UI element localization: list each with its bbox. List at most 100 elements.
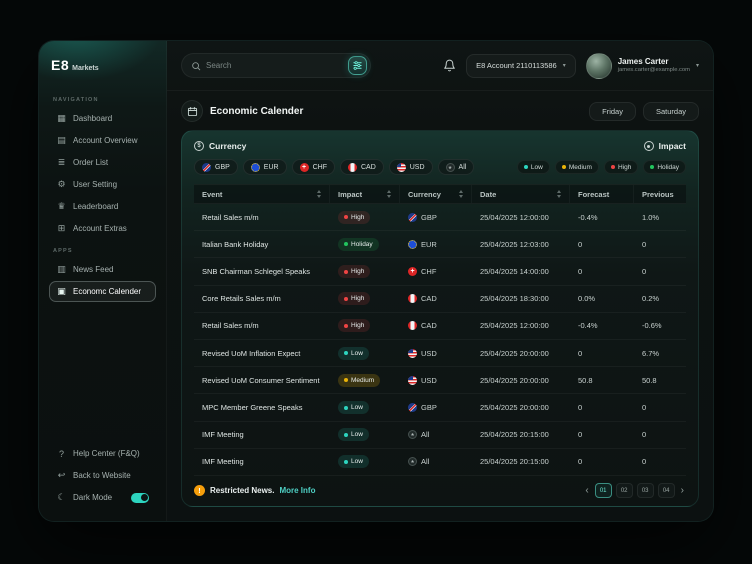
currency-cell: CAD — [400, 294, 472, 303]
column-header-date[interactable]: Date — [472, 185, 570, 203]
page-button-03[interactable]: 03 — [637, 483, 654, 498]
dark-mode-toggle[interactable] — [131, 493, 149, 503]
currency-cell: USD — [400, 376, 472, 385]
table-row[interactable]: Retail Sales m/m High CAD 25/04/2025 12:… — [194, 313, 686, 340]
user-setting-gear-icon: ⚙ — [56, 179, 67, 190]
topbar: E8 Account 2110113586 ▾ James Carter jam… — [167, 41, 713, 91]
impact-legend-low[interactable]: Low — [517, 160, 550, 174]
currency-flag-icon — [348, 163, 357, 172]
sidebar-item-user-setting[interactable]: ⚙ User Setting — [49, 174, 156, 195]
impact-legend-holiday[interactable]: Holiday — [643, 160, 686, 174]
currency-chip-gbp[interactable]: GBP — [194, 159, 238, 175]
table-row[interactable]: MPC Member Greene Speaks Low GBP 25/04/2… — [194, 394, 686, 421]
sidebar-item-account-extras[interactable]: ⊞ Account Extras — [49, 218, 156, 239]
impact-dot-icon — [344, 460, 348, 464]
forecast-cell: 0 — [570, 457, 634, 466]
currency-chip-chf[interactable]: CHF — [292, 159, 335, 175]
impact-dot-icon — [344, 297, 348, 301]
prev-page-button[interactable]: ‹ — [583, 486, 590, 496]
calendar-icon — [187, 106, 198, 117]
account-selector[interactable]: E8 Account 2110113586 ▾ — [466, 54, 576, 78]
impact-dot-icon — [344, 242, 348, 246]
currency-chip-eur[interactable]: EUR — [243, 159, 287, 175]
next-page-button[interactable]: › — [679, 486, 686, 496]
day-button-friday[interactable]: Friday — [589, 102, 636, 121]
search-input[interactable] — [206, 61, 343, 70]
currency-chip-cad[interactable]: CAD — [340, 159, 384, 175]
table-row[interactable]: Revised UoM Inflation Expect Low USD 25/… — [194, 340, 686, 367]
impact-cell: High — [330, 319, 400, 332]
currency-chip-label: USD — [410, 164, 425, 171]
apps-section-label: APPS — [53, 248, 152, 254]
day-button-saturday[interactable]: Saturday — [643, 102, 699, 121]
sort-icon[interactable] — [459, 190, 463, 198]
sidebar-item-order-list[interactable]: ≣ Order List — [49, 152, 156, 173]
currency-flag-icon — [202, 163, 211, 172]
card-header: Currency Impact — [194, 141, 686, 151]
page-button-02[interactable]: 02 — [616, 483, 633, 498]
previous-cell: 0 — [634, 430, 686, 439]
currency-heading-label: Currency — [209, 141, 246, 151]
impact-dot-icon — [650, 165, 654, 169]
date-cell: 25/04/2025 18:30:00 — [472, 294, 570, 303]
user-email: james.carter@example.com — [618, 67, 690, 74]
table-row[interactable]: IMF Meeting Low All 25/04/2025 20:15:00 — [194, 422, 686, 449]
sidebar-item-label: Economc Calender — [73, 287, 141, 296]
column-header-forecast[interactable]: Forecast — [570, 185, 634, 203]
impact-legend-medium[interactable]: Medium — [555, 160, 599, 174]
currency-code: CAD — [421, 294, 437, 303]
impact-legend-label: Holiday — [657, 164, 679, 171]
sidebar-item-help-center-f-q[interactable]: ? Help Center (F&Q) — [49, 443, 156, 464]
app-window: E8 Markets NAVIGATION ▦ Dashboard ▤ Acco… — [38, 40, 714, 522]
impact-dot-icon — [344, 378, 348, 382]
sort-icon[interactable] — [387, 190, 391, 198]
forecast-cell: -0.4% — [570, 213, 634, 222]
brand-logo-bold: E8 — [51, 57, 69, 73]
impact-legend-high[interactable]: High — [604, 160, 638, 174]
impact-cell: High — [330, 292, 400, 305]
column-header-currency[interactable]: Currency — [400, 185, 472, 203]
sort-icon[interactable] — [317, 190, 321, 198]
user-profile[interactable]: James Carter james.carter@example.com ▾ — [586, 53, 699, 79]
column-header-impact[interactable]: Impact — [330, 185, 400, 203]
calendar-card: Currency Impact GBP — [181, 130, 699, 507]
page-button-04[interactable]: 04 — [658, 483, 675, 498]
sidebar-item-leaderboard[interactable]: ♛ Leaderboard — [49, 196, 156, 217]
currency-chip-usd[interactable]: USD — [389, 159, 433, 175]
forecast-cell: 50.8 — [570, 376, 634, 385]
table-row[interactable]: Retail Sales m/m High GBP 25/04/2025 12:… — [194, 204, 686, 231]
currency-flag-icon — [408, 321, 417, 330]
table-row[interactable]: IMF Meeting Low All 25/04/2025 20:15:00 — [194, 449, 686, 476]
table-row[interactable]: SNB Chairman Schlegel Speaks High CHF 25… — [194, 258, 686, 285]
sidebar-item-dark-mode[interactable]: ☾ Dark Mode — [49, 487, 156, 508]
sidebar-item-dashboard[interactable]: ▦ Dashboard — [49, 108, 156, 129]
forecast-cell: 0 — [570, 240, 634, 249]
event-cell: SNB Chairman Schlegel Speaks — [194, 267, 330, 276]
more-info-link[interactable]: More Info — [279, 486, 315, 495]
sidebar-item-news-feed[interactable]: ▥ News Feed — [49, 259, 156, 280]
column-header-event[interactable]: Event — [194, 185, 330, 203]
table-row[interactable]: Core Retails Sales m/m High CAD 25/04/20… — [194, 286, 686, 313]
user-text-block: James Carter james.carter@example.com — [618, 57, 690, 74]
sort-icon[interactable] — [557, 190, 561, 198]
table-row[interactable]: Revised UoM Consumer Sentiment Medium US… — [194, 367, 686, 394]
currency-cell: All — [400, 457, 472, 466]
search-filter-button[interactable] — [348, 56, 367, 75]
sidebar-item-economc-calender[interactable]: ▣ Economc Calender — [49, 281, 156, 302]
sidebar-item-back-to-website[interactable]: ↩ Back to Website — [49, 465, 156, 486]
currency-chip-all[interactable]: All — [438, 159, 475, 175]
currency-flag-icon — [408, 267, 417, 276]
news-feed-icon: ▥ — [56, 264, 67, 275]
sidebar-item-label: Account Overview — [73, 136, 137, 145]
apps-list: ▥ News Feed ▣ Economc Calender — [49, 259, 156, 303]
page-button-01[interactable]: 01 — [595, 483, 612, 498]
column-header-previous[interactable]: Previous — [634, 185, 686, 203]
impact-cell: High — [330, 211, 400, 224]
sidebar-item-account-overview[interactable]: ▤ Account Overview — [49, 130, 156, 151]
notification-bell-button[interactable] — [443, 59, 456, 72]
column-label: Forecast — [578, 190, 609, 199]
back-arrow-icon: ↩ — [56, 470, 67, 481]
forecast-cell: 0 — [570, 349, 634, 358]
table-row[interactable]: Italian Bank Holiday Holiday EUR 25/04/2… — [194, 231, 686, 258]
date-cell: 25/04/2025 20:00:00 — [472, 403, 570, 412]
